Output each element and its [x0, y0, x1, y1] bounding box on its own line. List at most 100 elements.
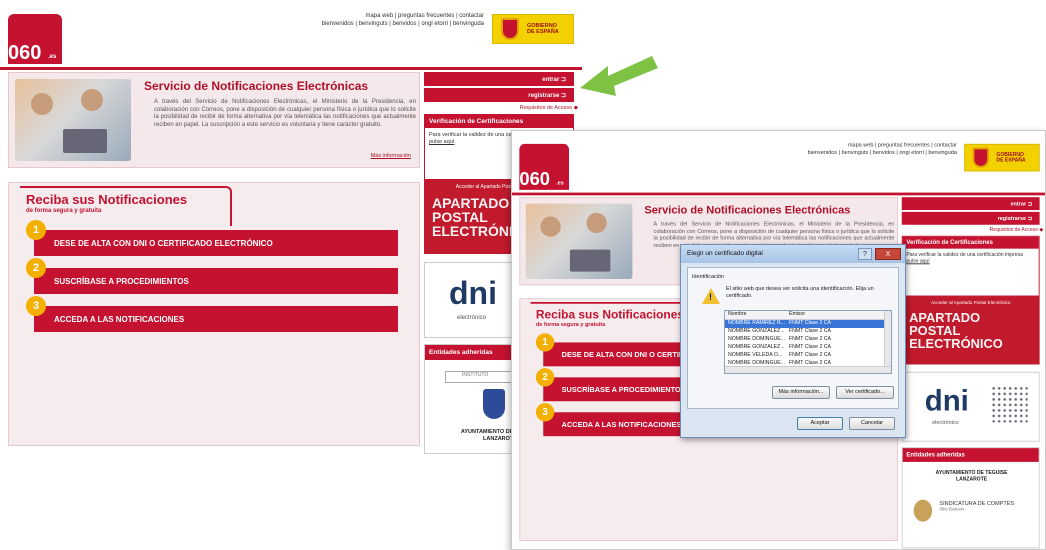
top-links-line-1[interactable]: mapa web | preguntas frecuentes | contac…: [808, 142, 957, 149]
verification-text: Para verificar la validez de una certifi…: [903, 249, 1039, 269]
list-item[interactable]: NOMBRE VELEDA O... FNMT Clase 2 CA: [725, 352, 891, 360]
cert-issuer: FNMT Clase 2 CA: [789, 344, 831, 350]
step-2-label: SUSCRÍBASE A PROCEDIMIENTOS: [54, 277, 189, 286]
certificate-dialog: Elegir un certificado digital ? X Identi…: [680, 244, 906, 438]
step-1-button[interactable]: DESE DE ALTA CON DNI O CERTIFICADO ELECT…: [34, 230, 398, 256]
dni-subtitle: electrónico: [457, 315, 487, 321]
enter-label: entrar: [542, 77, 560, 83]
horizontal-scrollbar[interactable]: [725, 366, 891, 373]
access-requirements-label: Requisitos de Acceso: [519, 105, 573, 111]
hero-title: Servicio de Notificaciones Electrónicas: [144, 79, 369, 93]
top-links-line-2[interactable]: bienvenidos | benvinguts | benvidos | on…: [322, 20, 484, 28]
more-info-link[interactable]: Más información: [371, 153, 411, 159]
top-links[interactable]: mapa web | preguntas frecuentes | contac…: [808, 142, 957, 157]
dni-electronico-banner[interactable]: dni electrónico: [901, 371, 1040, 442]
list-item[interactable]: NOMBRE DOMINGUE... FNMT Clase 2 CA: [725, 360, 891, 364]
gobierno-text: GOBIERNO DE ESPAÑA: [996, 152, 1025, 163]
website-page: 060 .es mapa web | preguntas frecuentes …: [0, 0, 582, 460]
top-links-line-2[interactable]: bienvenidos | benvinguts | benvidos | on…: [808, 149, 957, 156]
access-requirements-link[interactable]: Requisitos de Acceso ◆: [424, 105, 582, 111]
green-arrow-icon: [580, 56, 658, 96]
apartado-postal-banner[interactable]: Acceder al Apartado Postal Electrónico A…: [901, 296, 1040, 365]
cert-name: NOMBRE DOMINGUE...: [728, 336, 785, 342]
cert-name: NOMBRE GONZALEZ ...: [728, 344, 785, 350]
060-logo[interactable]: 060 .es: [8, 14, 62, 64]
list-item[interactable]: NOMBRE GONZALEZ ... FNMT Clase 2 CA: [725, 344, 891, 352]
column-name-header[interactable]: Nombre: [725, 311, 785, 319]
header: 060 .es mapa web | preguntas frecuentes …: [0, 0, 582, 64]
gobierno-line-2: DE ESPAÑA: [527, 29, 559, 35]
list-item[interactable]: NOMBRE DOMINGUE... FNMT Clase 2 CA: [725, 336, 891, 344]
view-certificate-button[interactable]: Ver certificado...: [836, 386, 894, 399]
cancel-button[interactable]: Cancelar: [849, 417, 895, 430]
dots-pattern-icon: [990, 385, 1028, 423]
side-column: entrar ⊐ registrarse ⊐ Requisitos de Acc…: [901, 197, 1045, 297]
background-screenshot: 060 .es mapa web | preguntas frecuentes …: [0, 0, 582, 460]
main-heading: Reciba sus Notificaciones: [535, 307, 685, 322]
register-button[interactable]: registrarse ⊐: [901, 211, 1040, 225]
close-button[interactable]: X: [875, 248, 901, 260]
list-item[interactable]: NOMBRE GONZALEZ ... FNMT Clase 2 CA: [725, 328, 891, 336]
verification-box: Verificación de Certificaciones Para ver…: [901, 235, 1040, 297]
060-logo[interactable]: 060 .es: [519, 143, 569, 190]
apartado-line-1: APARTADO: [909, 310, 981, 325]
gobierno-logo: GOBIERNO DE ESPAÑA: [492, 14, 574, 44]
cert-issuer: FNMT Clase 2 CA: [789, 336, 831, 342]
enter-button[interactable]: entrar ⊐: [901, 197, 1040, 211]
cert-name: NOMBRE RAMIREZ R...: [728, 320, 785, 326]
laptop-icon: [63, 129, 107, 153]
step-1-number-badge: 1: [535, 333, 555, 352]
dialog-body: Identificación ! El sitio web que desea …: [687, 267, 899, 409]
step-3-label: ACCEDA A LAS NOTIFICACIONES: [54, 315, 185, 324]
register-button[interactable]: registrarse ⊐: [424, 88, 574, 102]
entidades-box: Entidades adheridas AYUNTAMIENTO DE TEGU…: [901, 447, 1041, 549]
logo-text: 060: [519, 169, 551, 190]
list-item[interactable]: NOMBRE RAMIREZ R... FNMT Clase 2 CA: [725, 320, 891, 328]
verification-link[interactable]: pulse aquí: [906, 259, 929, 265]
main-subheading: de forma segura y gratuita: [26, 208, 102, 214]
coat-of-arms-icon: [501, 18, 519, 40]
accept-button[interactable]: Aceptar: [797, 417, 843, 430]
logo-text: 060: [8, 42, 42, 64]
ayuntamiento-label[interactable]: AYUNTAMIENTO DE TEGUISE LANZAROTE: [903, 470, 1041, 483]
column-issuer-header[interactable]: Emisor: [785, 311, 875, 319]
verification-link[interactable]: pulse aquí: [429, 139, 454, 145]
header-divider: [0, 67, 582, 70]
dni-logo-text: dni: [924, 383, 969, 417]
main-heading: Reciba sus Notificaciones: [26, 192, 188, 207]
laptop-icon: [569, 249, 611, 272]
hero-photo: [15, 79, 131, 161]
step-3-number-badge: 3: [26, 296, 46, 316]
step-3-button[interactable]: ACCEDA A LAS NOTIFICACIONES: [34, 306, 398, 332]
gobierno-text: GOBIERNO DE ESPAÑA: [527, 23, 559, 35]
sindicatura-place: Illes Balears: [939, 506, 965, 513]
vertical-scrollbar[interactable]: [884, 311, 891, 367]
identification-group-label: Identificación: [692, 274, 725, 280]
top-links-line-1[interactable]: mapa web | preguntas frecuentes | contac…: [322, 12, 484, 20]
apartado-caption: Acceder al Apartado Postal Electrónico: [930, 300, 1011, 306]
hero-title: Servicio de Notificaciones Electrónicas: [644, 203, 851, 217]
help-button[interactable]: ?: [858, 248, 872, 260]
sindicatura-seal-icon: [913, 499, 933, 522]
list-header: Nombre Emisor: [725, 311, 891, 320]
register-label: registrarse: [997, 216, 1027, 223]
hero-text: A través del Servicio de Notificaciones …: [154, 99, 416, 128]
enter-label: entrar: [1010, 201, 1027, 208]
cert-issuer: FNMT Clase 2 CA: [789, 320, 831, 326]
access-requirements-label: Requisitos de Acceso: [989, 227, 1038, 234]
register-label: registrarse: [528, 93, 560, 99]
top-links[interactable]: mapa web | preguntas frecuentes | contac…: [322, 12, 484, 28]
header-divider: [512, 192, 1045, 196]
enter-button[interactable]: entrar ⊐: [424, 72, 574, 86]
access-requirements-link[interactable]: Requisitos de Acceso ◆: [902, 227, 1045, 234]
step-2-number-badge: 2: [535, 368, 555, 387]
certificate-list[interactable]: Nombre Emisor NOMBRE RAMIREZ R... FNMT C…: [724, 310, 892, 374]
apartado-title: APARTADO POSTAL ELECTRÓNICO: [909, 311, 1003, 350]
step-2-button[interactable]: SUSCRÍBASE A PROCEDIMIENTOS: [34, 268, 398, 294]
sindicatura-label[interactable]: SINDICATURA DE COMPTES Illes Balears: [939, 501, 1014, 512]
more-info-button[interactable]: Más información...: [772, 386, 830, 399]
step-1-number-badge: 1: [26, 220, 46, 240]
cert-name: NOMBRE GONZALEZ ...: [728, 328, 785, 334]
cert-issuer: FNMT Clase 2 CA: [789, 328, 831, 334]
cert-issuer: FNMT Clase 2 CA: [789, 360, 831, 364]
